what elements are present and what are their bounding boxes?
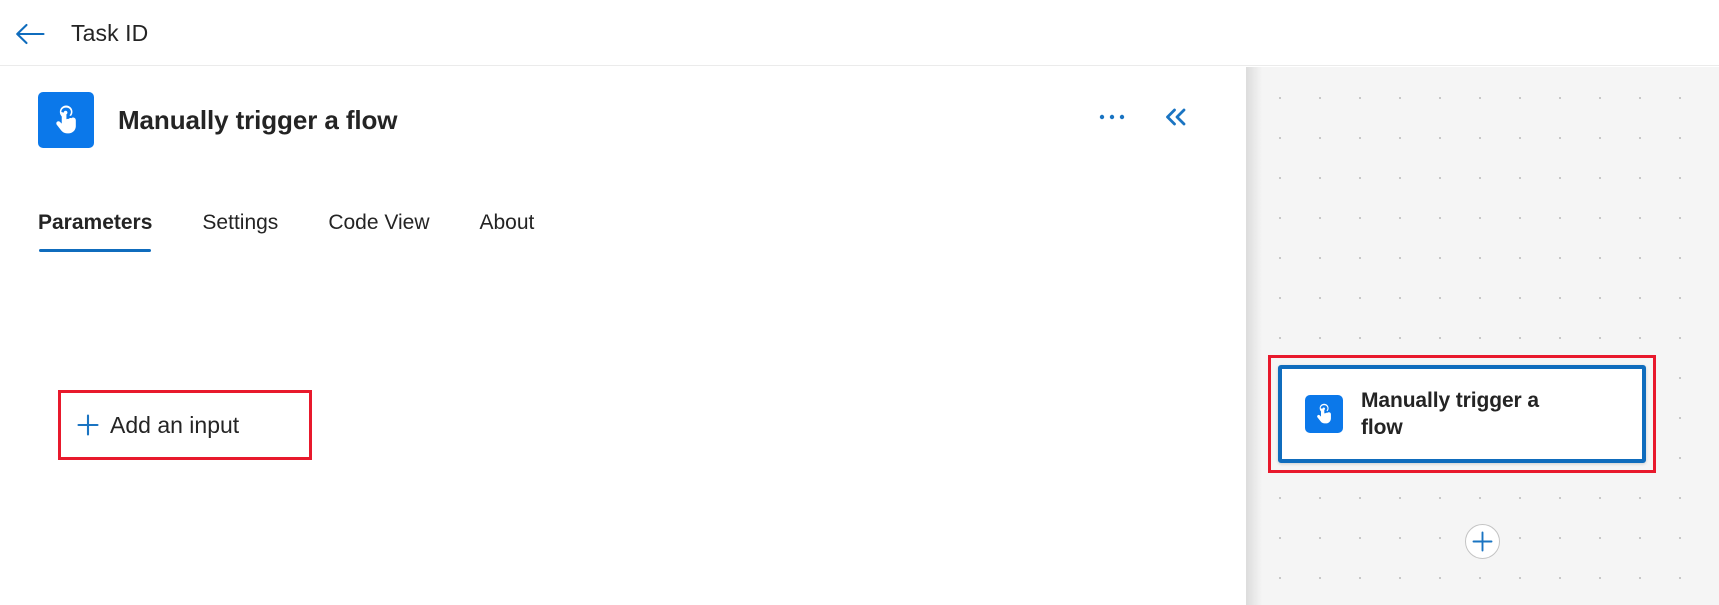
ellipsis-icon — [1099, 113, 1125, 121]
top-bar: Task ID — [0, 0, 1719, 66]
tab-about[interactable]: About — [480, 209, 535, 252]
plus-icon — [76, 413, 100, 437]
arrow-left-icon — [15, 23, 45, 45]
manual-trigger-tap-icon — [38, 92, 94, 148]
double-chevron-left-icon — [1163, 107, 1189, 127]
panel-header: Manually trigger a flow — [0, 67, 1246, 167]
panel-title: Manually trigger a flow — [118, 105, 398, 135]
add-input-button[interactable]: Add an input — [76, 410, 239, 440]
tab-code-view[interactable]: Code View — [328, 209, 429, 252]
flow-node-manual-trigger[interactable]: Manually trigger a flow — [1278, 365, 1646, 463]
panel-actions — [1094, 99, 1194, 135]
tab-parameters-label: Parameters — [38, 211, 153, 234]
flow-node-title: Manually trigger a flow — [1361, 389, 1539, 439]
add-input-annotation: Add an input — [58, 390, 312, 460]
back-button[interactable] — [10, 14, 50, 54]
more-options-button[interactable] — [1094, 99, 1130, 135]
panel-tabs: Parameters Settings Code View About — [38, 209, 534, 252]
tab-about-label: About — [479, 211, 535, 234]
manual-trigger-tap-icon — [1305, 395, 1343, 433]
trigger-details-panel: Manually trigger a flow Parameters Setti… — [0, 67, 1246, 605]
tab-settings-label: Settings — [202, 211, 279, 234]
add-input-label: Add an input — [110, 412, 240, 438]
page-title: Task ID — [71, 20, 149, 46]
add-step-button[interactable] — [1465, 524, 1500, 559]
tab-parameters[interactable]: Parameters — [38, 209, 152, 252]
plus-icon — [1472, 531, 1493, 552]
tab-code-view-label: Code View — [328, 211, 430, 234]
tab-settings[interactable]: Settings — [202, 209, 278, 252]
collapse-panel-button[interactable] — [1158, 99, 1194, 135]
